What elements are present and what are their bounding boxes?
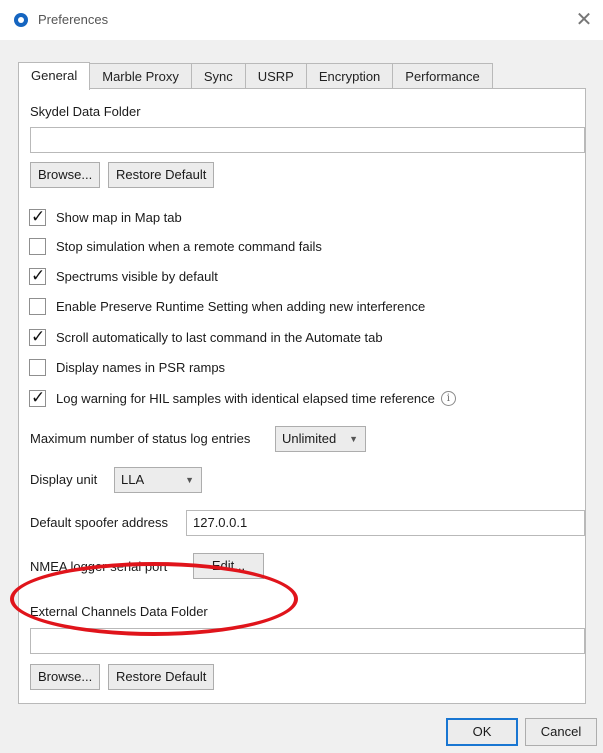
checkbox[interactable] xyxy=(29,297,46,315)
title-bar: Preferences ✕ xyxy=(0,0,603,40)
nmea-logger-label: NMEA logger serial port xyxy=(30,559,168,574)
tab-usrp[interactable]: USRP xyxy=(245,63,307,89)
option-hil-log-warning[interactable]: Log warning for HIL samples with identic… xyxy=(29,388,456,408)
cancel-button[interactable]: Cancel xyxy=(525,718,597,746)
external-channels-label: External Channels Data Folder xyxy=(30,604,208,619)
tab-marble-proxy[interactable]: Marble Proxy xyxy=(90,63,192,89)
tab-encryption[interactable]: Encryption xyxy=(306,63,394,89)
option-scroll-automate[interactable]: Scroll automatically to last command in … xyxy=(29,327,383,347)
info-icon[interactable]: i xyxy=(440,390,456,406)
option-label: Show map in Map tab xyxy=(56,209,182,225)
window-title: Preferences xyxy=(38,12,109,27)
checkbox[interactable] xyxy=(29,207,46,227)
ok-button[interactable]: OK xyxy=(446,718,518,746)
option-label: Stop simulation when a remote command fa… xyxy=(56,238,322,254)
tab-general[interactable]: General xyxy=(18,62,91,90)
checkbox[interactable] xyxy=(29,237,46,255)
checkbox[interactable] xyxy=(29,388,46,408)
chevron-down-icon: ▼ xyxy=(185,475,194,485)
option-label: Display names in PSR ramps xyxy=(56,359,226,375)
display-unit-select[interactable]: LLA ▼ xyxy=(114,467,202,493)
dialog-body: General Marble Proxy Sync USRP Encryptio… xyxy=(0,40,603,753)
select-value: LLA xyxy=(121,472,145,487)
data-folder-field[interactable] xyxy=(30,127,585,153)
option-spectrums-visible[interactable]: Spectrums visible by default xyxy=(29,266,218,286)
close-button[interactable]: ✕ xyxy=(569,6,599,34)
option-label: Log warning for HIL samples with identic… xyxy=(56,390,435,406)
max-status-log-label: Maximum number of status log entries xyxy=(30,431,251,446)
max-status-log-select[interactable]: Unlimited ▼ xyxy=(275,426,366,452)
checkbox[interactable] xyxy=(29,266,46,286)
tab-performance[interactable]: Performance xyxy=(393,63,493,89)
option-label: Scroll automatically to last command in … xyxy=(56,329,383,345)
checkbox[interactable] xyxy=(29,327,46,347)
external-channels-browse-button[interactable]: Browse... xyxy=(30,664,101,690)
option-label: Spectrums visible by default xyxy=(56,268,218,284)
option-stop-simulation[interactable]: Stop simulation when a remote command fa… xyxy=(29,236,322,256)
option-label: Enable Preserve Runtime Setting when add… xyxy=(56,298,426,314)
data-folder-label: Skydel Data Folder xyxy=(30,104,141,119)
nmea-edit-button[interactable]: Edit... xyxy=(193,553,264,579)
option-preserve-runtime[interactable]: Enable Preserve Runtime Setting when add… xyxy=(29,296,425,316)
external-channels-restore-default-button[interactable]: Restore Default xyxy=(108,664,215,690)
tab-sync[interactable]: Sync xyxy=(191,63,246,89)
tab-bar: General Marble Proxy Sync USRP Encryptio… xyxy=(18,62,493,90)
option-display-psr-names[interactable]: Display names in PSR ramps xyxy=(29,357,225,377)
data-folder-restore-default-button[interactable]: Restore Default xyxy=(108,162,215,188)
app-icon xyxy=(14,13,28,27)
display-unit-label: Display unit xyxy=(30,472,98,487)
spoofer-address-field[interactable]: 127.0.0.1 xyxy=(186,510,585,536)
select-value: Unlimited xyxy=(282,431,337,446)
spoofer-address-label: Default spoofer address xyxy=(30,515,169,530)
chevron-down-icon: ▼ xyxy=(349,434,358,444)
external-channels-field[interactable] xyxy=(30,628,585,654)
option-show-map[interactable]: Show map in Map tab xyxy=(29,207,182,227)
checkbox[interactable] xyxy=(29,358,46,376)
data-folder-browse-button[interactable]: Browse... xyxy=(30,162,101,188)
general-tab-panel: Skydel Data Folder Browse... Restore Def… xyxy=(18,88,586,704)
